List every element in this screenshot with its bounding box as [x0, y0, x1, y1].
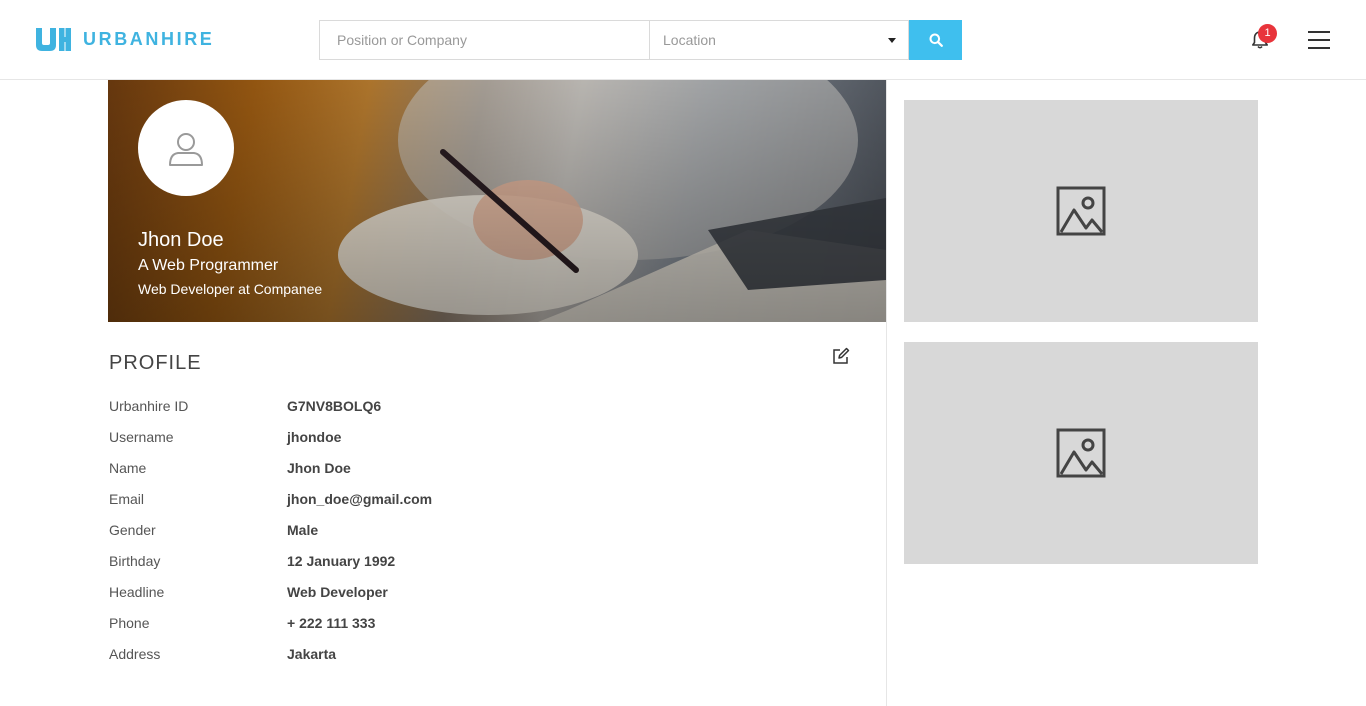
profile-row-email: Email jhon_doe@gmail.com — [109, 491, 609, 511]
cover-job: Web Developer at Companee — [138, 281, 323, 297]
profile-row-username: Username jhondoe — [109, 429, 609, 449]
profile-row-gender: Gender Male — [109, 522, 609, 542]
profile-label: Address — [109, 646, 161, 662]
profile-label: Name — [109, 460, 147, 476]
search-icon — [929, 33, 943, 47]
ad-placeholder-1[interactable] — [904, 100, 1258, 322]
content-divider — [886, 80, 887, 706]
ad-placeholder-2[interactable] — [904, 342, 1258, 564]
profile-value: G7NV8BOLQ6 — [287, 398, 382, 414]
image-icon — [1056, 428, 1106, 478]
notification-badge[interactable]: 1 — [1258, 24, 1277, 43]
menu-line — [1308, 47, 1330, 49]
top-navbar: URBANHIRE Location 1 — [0, 0, 1366, 80]
edit-icon[interactable] — [832, 347, 850, 365]
profile-label: Gender — [109, 522, 156, 538]
profile-value: Jhon Doe — [287, 460, 351, 476]
profile-row-headline: Headline Web Developer — [109, 584, 609, 604]
menu-line — [1308, 39, 1330, 41]
caret-down-icon — [888, 37, 896, 43]
job-search-bar: Location — [319, 20, 962, 60]
image-icon — [1056, 186, 1106, 236]
profile-value: Jakarta — [287, 646, 337, 662]
profile-cover: Jhon Doe A Web Programmer Web Developer … — [108, 80, 886, 322]
profile-label: Username — [109, 429, 174, 445]
urbanhire-logo-icon — [36, 28, 71, 51]
hamburger-menu-icon[interactable] — [1308, 31, 1330, 49]
user-icon — [169, 133, 203, 166]
profile-row-urbanhire-id: Urbanhire ID G7NV8BOLQ6 — [109, 398, 609, 418]
profile-row-birthday: Birthday 12 January 1992 — [109, 553, 609, 573]
profile-heading: PROFILE — [109, 352, 202, 374]
profile-value: Male — [287, 522, 319, 538]
profile-value: jhondoe — [287, 429, 342, 445]
profile-label: Headline — [109, 584, 165, 600]
menu-line — [1308, 31, 1330, 33]
profile-value: Web Developer — [287, 584, 388, 600]
profile-value: jhon_doe@gmail.com — [287, 491, 433, 507]
profile-value: + 222 111 333 — [287, 615, 376, 631]
location-select[interactable]: Location — [649, 20, 909, 60]
cover-name: Jhon Doe — [138, 229, 224, 251]
urbanhire-logo[interactable]: URBANHIRE — [36, 28, 214, 51]
profile-label: Urbanhire ID — [109, 398, 189, 414]
profile-avatar[interactable] — [138, 100, 234, 196]
logo-text: URBANHIRE — [83, 29, 215, 49]
profile-row-name: Name Jhon Doe — [109, 460, 609, 480]
profile-label: Email — [109, 491, 145, 507]
search-button[interactable] — [909, 20, 962, 60]
cover-headline: A Web Programmer — [138, 257, 279, 274]
profile-label: Phone — [109, 615, 150, 631]
profile-label: Birthday — [109, 553, 161, 569]
position-company-input[interactable] — [319, 20, 649, 60]
profile-value: 12 January 1992 — [287, 553, 396, 569]
location-select-label: Location — [663, 32, 716, 48]
profile-row-phone: Phone + 222 111 333 — [109, 615, 609, 635]
profile-row-address: Address Jakarta — [109, 646, 609, 666]
